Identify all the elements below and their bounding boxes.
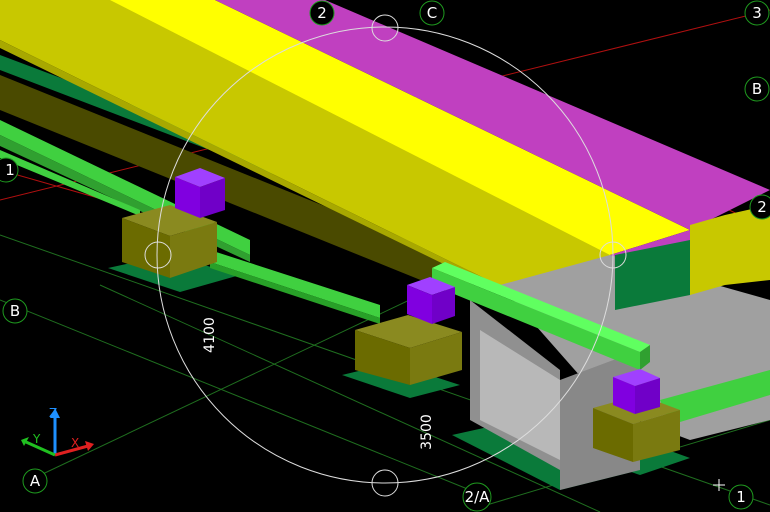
grid-label-1-bottom: 1 [736, 488, 746, 506]
grid-label-2-top: 2 [317, 4, 327, 22]
axis-indicator: Z X Y [21, 406, 94, 457]
axis-z-label: Z [49, 406, 57, 420]
grid-label-b-right: B [752, 80, 762, 98]
purple-cap-1 [175, 168, 225, 218]
grid-label-b-left: B [10, 302, 20, 320]
grid-label-a-left: A [30, 472, 41, 490]
cad-3d-viewport[interactable]: 2 C 3 B 2 1 B A 2/A 1 4100 3500 Z X Y [0, 0, 770, 512]
purple-cap-3 [613, 369, 660, 414]
axis-y-label: Y [32, 432, 41, 446]
grid-label-c-top: C [427, 4, 437, 22]
dimension-3500: 3500 [419, 414, 435, 450]
middle-green-beam [210, 250, 380, 324]
snap-markers [713, 479, 725, 491]
dimension-4100: 4100 [202, 317, 218, 353]
grid-label-3-top: 3 [752, 4, 762, 22]
grid-label-2a-bottom: 2/A [465, 488, 491, 506]
grid-label-2-right: 2 [757, 198, 767, 216]
axis-x-label: X [71, 436, 79, 450]
grid-label-1-left: 1 [5, 161, 15, 179]
